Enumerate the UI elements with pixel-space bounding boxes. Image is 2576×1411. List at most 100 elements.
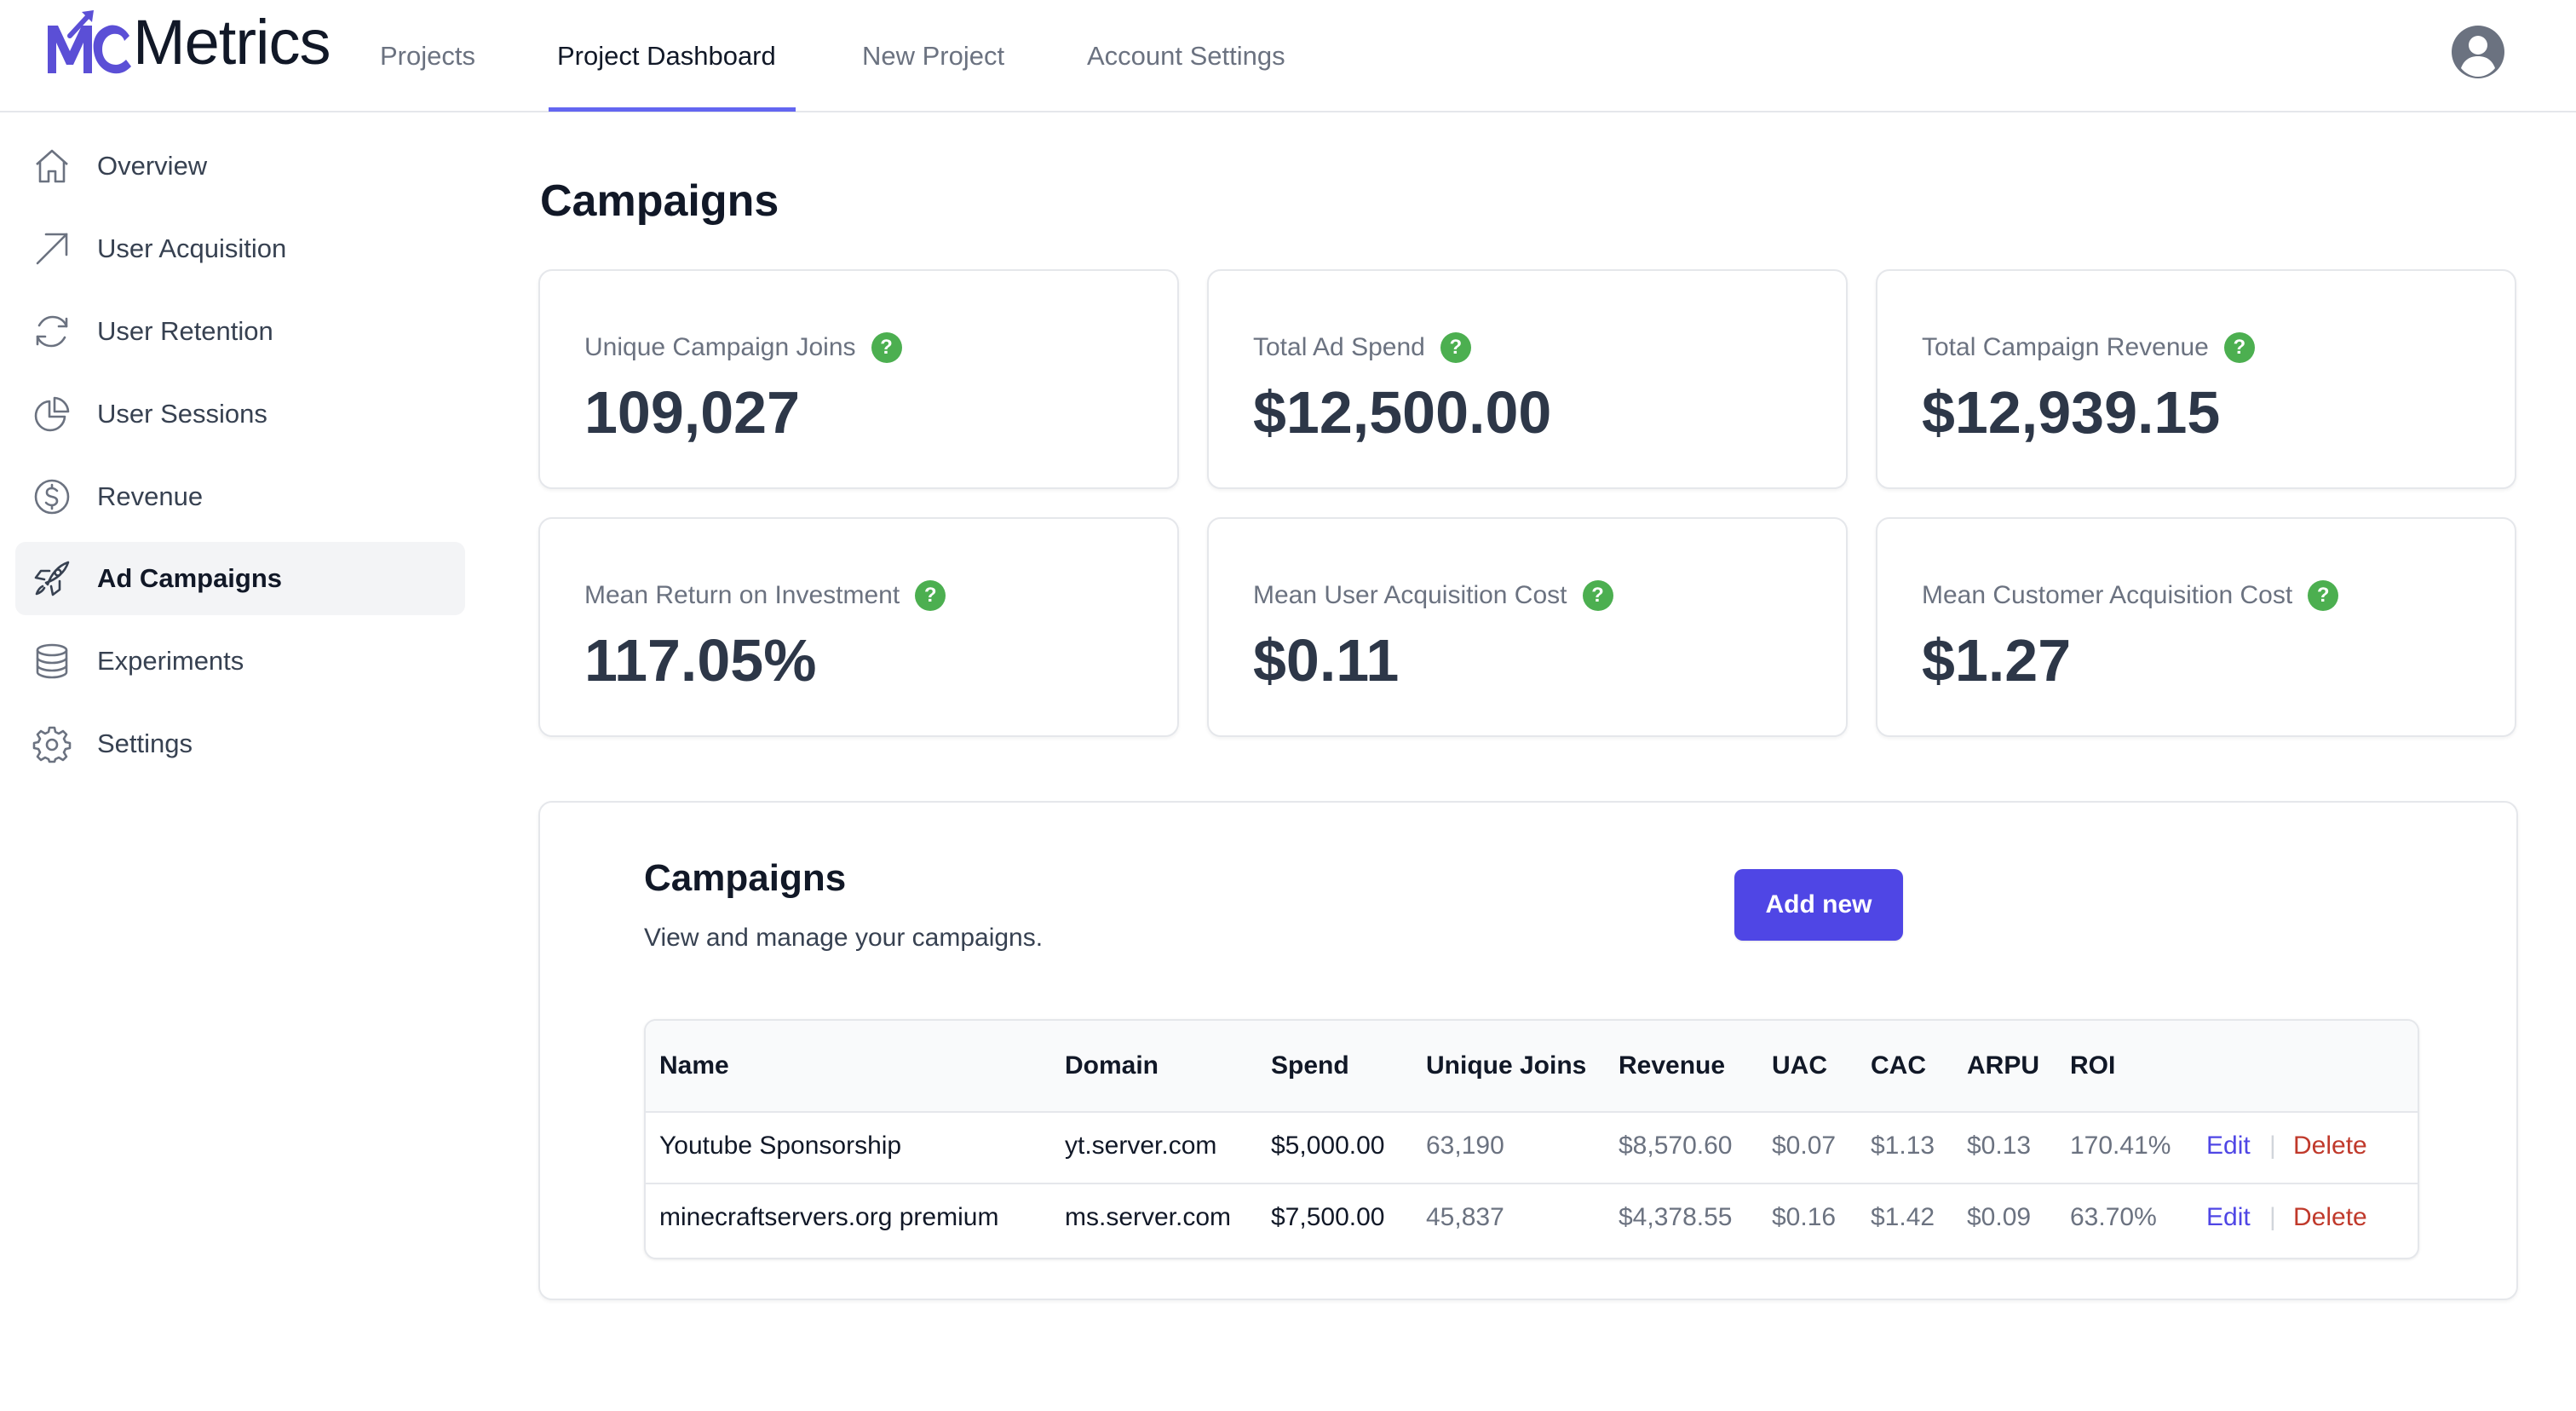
- campaigns-table: Name Domain Spend Unique Joins Revenue U…: [644, 1019, 2419, 1259]
- stat-card-mean-uac: Mean User Acquisition Cost ? $0.11: [1207, 517, 1848, 737]
- column-header-roi[interactable]: ROI: [2070, 1051, 2115, 1080]
- sidebar-item-ad-campaigns[interactable]: Ad Campaigns: [15, 542, 465, 615]
- cell-name: Youtube Sponsorship: [659, 1132, 902, 1160]
- stat-value: $1.27: [1922, 627, 2072, 694]
- stat-value: 109,027: [584, 379, 801, 446]
- app-root: Metrics Projects Project Dashboard New P…: [0, 0, 2576, 1411]
- stat-value: $12,500.00: [1253, 379, 1552, 446]
- stat-label: Total Campaign Revenue ?: [1922, 332, 2255, 363]
- delete-link[interactable]: Delete: [2293, 1203, 2367, 1232]
- sidebar-item-label: Overview: [97, 151, 208, 181]
- cell-roi: 63.70%: [2070, 1203, 2157, 1231]
- cell-cac: $1.13: [1871, 1132, 1935, 1160]
- cell-name: minecraftservers.org premium: [659, 1203, 999, 1231]
- refresh-icon: [36, 315, 68, 348]
- sidebar-item-label: Experiments: [97, 646, 244, 676]
- column-header-unique-joins[interactable]: Unique Joins: [1426, 1051, 1586, 1080]
- sidebar-item-user-sessions[interactable]: User Sessions: [15, 377, 465, 451]
- stat-value: $0.11: [1253, 627, 1400, 694]
- table-header: Name Domain Spend Unique Joins Revenue U…: [646, 1021, 2418, 1113]
- stat-value: $12,939.15: [1922, 379, 2221, 446]
- sidebar-item-label: User Retention: [97, 316, 273, 346]
- column-header-domain[interactable]: Domain: [1065, 1051, 1159, 1080]
- dollar-icon: [34, 479, 70, 515]
- cell-domain: yt.server.com: [1065, 1132, 1217, 1160]
- column-header-spend[interactable]: Spend: [1271, 1051, 1349, 1080]
- stat-label: Mean Return on Investment ?: [584, 580, 946, 611]
- help-icon[interactable]: ?: [2308, 580, 2339, 611]
- help-icon[interactable]: ?: [915, 580, 946, 611]
- table-row: Youtube Sponsorship yt.server.com $5,000…: [646, 1113, 2418, 1184]
- page-title: Campaigns: [540, 176, 779, 226]
- cell-cac: $1.42: [1871, 1203, 1935, 1231]
- column-header-revenue[interactable]: Revenue: [1619, 1051, 1725, 1080]
- help-icon[interactable]: ?: [2223, 332, 2255, 363]
- active-tab-indicator: [549, 107, 796, 112]
- cell-unique-joins: 63,190: [1426, 1132, 1504, 1160]
- edit-link[interactable]: Edit: [2206, 1132, 2251, 1160]
- column-header-uac[interactable]: UAC: [1772, 1051, 1827, 1080]
- tab-projects[interactable]: Projects: [380, 0, 475, 112]
- delete-link[interactable]: Delete: [2293, 1132, 2367, 1160]
- column-header-cac[interactable]: CAC: [1871, 1051, 1926, 1080]
- user-avatar-icon[interactable]: [2450, 24, 2506, 80]
- home-icon: [36, 149, 68, 183]
- sidebar-item-overview[interactable]: Overview: [15, 130, 465, 203]
- tab-account-settings[interactable]: Account Settings: [1087, 0, 1285, 112]
- stat-card-mean-cac: Mean Customer Acquisition Cost ? $1.27: [1876, 517, 2516, 737]
- column-header-arpu[interactable]: ARPU: [1967, 1051, 2039, 1080]
- stat-card-total-ad-spend: Total Ad Spend ? $12,500.00: [1207, 269, 1848, 489]
- help-icon[interactable]: ?: [1582, 580, 1613, 611]
- cell-roi: 170.41%: [2070, 1132, 2171, 1160]
- pie-chart-icon: [34, 396, 70, 432]
- sidebar-item-user-retention[interactable]: User Retention: [15, 295, 465, 368]
- logo-text: Metrics: [133, 7, 331, 78]
- cell-arpu: $0.09: [1967, 1203, 2032, 1231]
- rocket-icon: [34, 561, 70, 596]
- sidebar-item-user-acquisition[interactable]: User Acquisition: [15, 212, 465, 285]
- stat-card-mean-roi: Mean Return on Investment ? 117.05%: [538, 517, 1179, 737]
- stat-value: 117.05%: [584, 627, 817, 694]
- stat-label: Total Ad Spend ?: [1253, 332, 1471, 363]
- tab-project-dashboard[interactable]: Project Dashboard: [557, 0, 776, 112]
- sidebar-item-label: Ad Campaigns: [97, 563, 283, 593]
- campaigns-panel: Campaigns View and manage your campaigns…: [538, 801, 2518, 1300]
- cell-arpu: $0.13: [1967, 1132, 2032, 1160]
- sidebar-item-label: User Acquisition: [97, 233, 287, 263]
- stat-label: Mean User Acquisition Cost ?: [1253, 580, 1613, 611]
- table-row: minecraftservers.org premium ms.server.c…: [646, 1184, 2418, 1256]
- stat-card-unique-campaign-joins: Unique Campaign Joins ? 109,027: [538, 269, 1179, 489]
- tab-new-project[interactable]: New Project: [862, 0, 1004, 112]
- cell-uac: $0.16: [1772, 1203, 1837, 1231]
- help-icon[interactable]: ?: [871, 332, 902, 363]
- action-separator: |: [2269, 1132, 2276, 1160]
- stat-card-total-campaign-revenue: Total Campaign Revenue ? $12,939.15: [1876, 269, 2516, 489]
- stat-label: Unique Campaign Joins ?: [584, 332, 902, 363]
- column-header-name[interactable]: Name: [659, 1051, 729, 1080]
- arrow-up-right-icon: [36, 233, 68, 265]
- action-separator: |: [2269, 1203, 2276, 1231]
- stat-label: Mean Customer Acquisition Cost ?: [1922, 580, 2339, 611]
- cell-revenue: $8,570.60: [1619, 1132, 1733, 1160]
- add-new-button[interactable]: Add new: [1734, 869, 1903, 941]
- panel-subtitle: View and manage your campaigns.: [644, 924, 1044, 952]
- sidebar-item-label: Settings: [97, 729, 193, 758]
- help-icon[interactable]: ?: [1440, 332, 1471, 363]
- sidebar-item-experiments[interactable]: Experiments: [15, 625, 465, 698]
- sidebar-item-label: User Sessions: [97, 399, 267, 429]
- gear-icon: [32, 726, 72, 763]
- logo-mc-icon: [48, 10, 131, 74]
- cell-domain: ms.server.com: [1065, 1203, 1232, 1231]
- cell-unique-joins: 45,837: [1426, 1203, 1504, 1231]
- logo[interactable]: Metrics: [44, 7, 331, 78]
- database-icon: [36, 643, 68, 679]
- sidebar-item-revenue[interactable]: Revenue: [15, 460, 465, 533]
- cell-spend: $5,000.00: [1271, 1132, 1385, 1160]
- cell-revenue: $4,378.55: [1619, 1203, 1733, 1231]
- cell-uac: $0.07: [1772, 1132, 1837, 1160]
- edit-link[interactable]: Edit: [2206, 1203, 2251, 1232]
- sidebar-item-label: Revenue: [97, 481, 204, 511]
- panel-title: Campaigns: [644, 857, 847, 899]
- top-navbar: Metrics Projects Project Dashboard New P…: [0, 0, 2576, 112]
- sidebar-item-settings[interactable]: Settings: [15, 707, 465, 780]
